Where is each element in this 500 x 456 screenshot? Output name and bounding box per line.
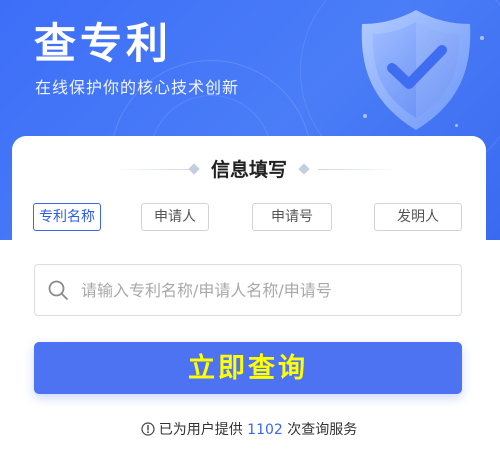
tab-patent-name[interactable]: 专利名称: [33, 203, 101, 231]
query-button[interactable]: 立即查询: [34, 342, 462, 394]
tab-inventor[interactable]: 发明人: [374, 203, 462, 231]
search-icon: [48, 280, 68, 300]
search-card: 信息填写 专利名称 申请人 申请号 发明人 立即查询 已为用户提供 1102 次…: [12, 136, 486, 456]
section-header: 信息填写: [12, 158, 486, 182]
page-title: 查专利: [34, 19, 173, 68]
usage-note: 已为用户提供 1102 次查询服务: [12, 421, 486, 439]
tab-applicant[interactable]: 申请人: [141, 203, 209, 231]
usage-note-suffix: 次查询服务: [287, 422, 358, 438]
query-count: 1102: [247, 422, 283, 438]
search-input[interactable]: [81, 265, 453, 315]
search-box[interactable]: [34, 264, 462, 316]
divider-line: [318, 169, 396, 170]
section-title: 信息填写: [210, 159, 287, 181]
usage-note-prefix: 已为用户提供: [158, 422, 243, 438]
shield-check-icon: [361, 10, 471, 130]
page-subtitle: 在线保护你的核心技术创新: [35, 78, 240, 97]
tab-application-number[interactable]: 申请号: [252, 203, 332, 231]
info-icon: [141, 422, 155, 436]
